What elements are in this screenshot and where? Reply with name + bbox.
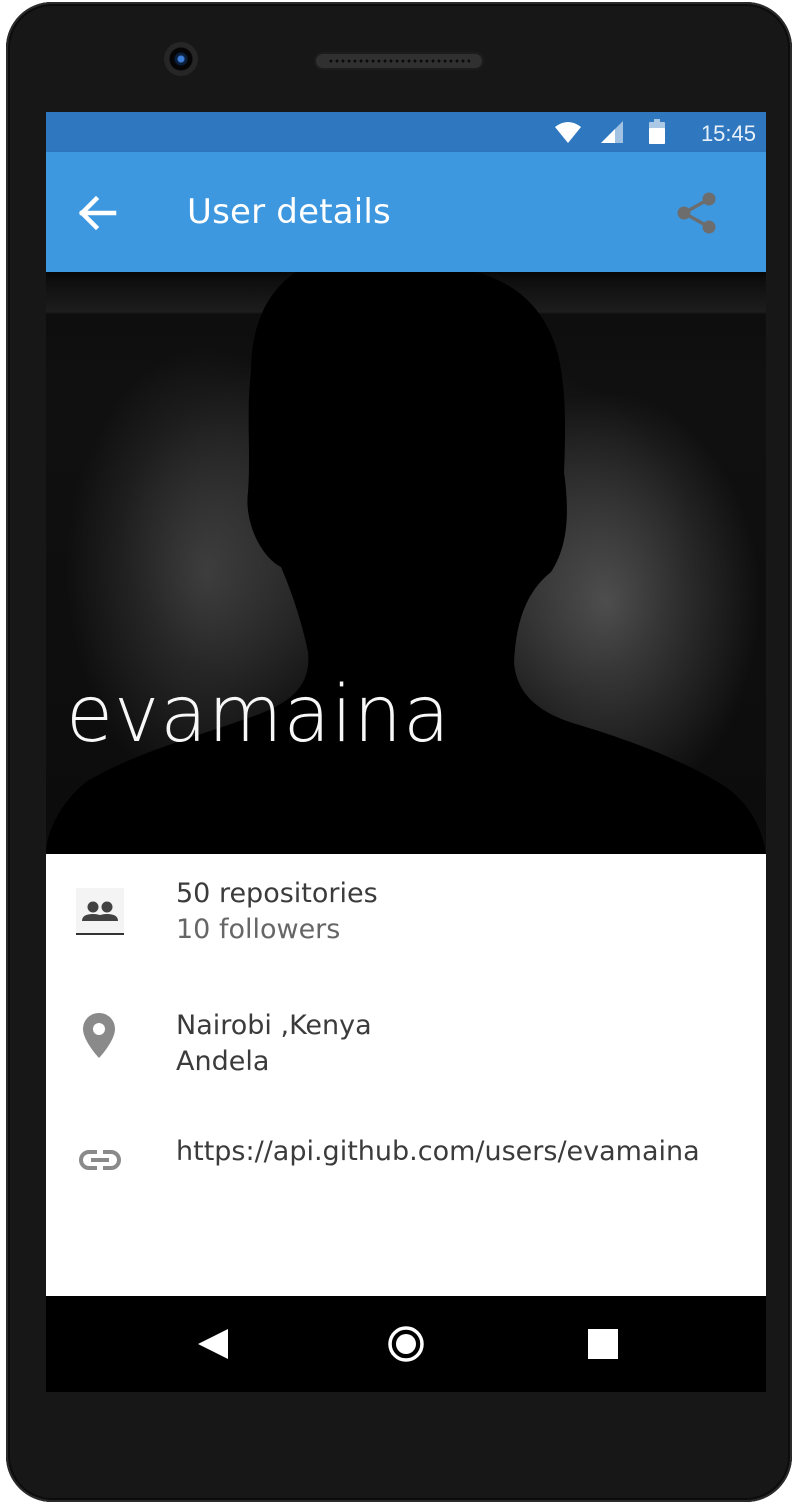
stats-text: 50 repositories 10 followers bbox=[176, 876, 378, 948]
home-circle-icon bbox=[388, 1326, 424, 1362]
battery-icon bbox=[649, 119, 665, 151]
nav-back-button[interactable] bbox=[194, 1324, 234, 1364]
back-button[interactable] bbox=[68, 185, 124, 241]
system-nav-bar bbox=[46, 1296, 766, 1392]
location-place: Nairobi ,Kenya bbox=[176, 1010, 372, 1041]
recents-square-icon bbox=[588, 1329, 618, 1359]
profile-hero: evamaina bbox=[46, 272, 766, 854]
back-triangle-icon bbox=[198, 1329, 228, 1359]
share-button[interactable] bbox=[673, 189, 723, 239]
phone-frame: 15:45 User details evamaina 50 repositor… bbox=[6, 2, 792, 1502]
location-text: Nairobi ,Kenya Andela bbox=[176, 1008, 372, 1080]
company-name: Andela bbox=[176, 1046, 270, 1077]
page-title: User details bbox=[187, 192, 391, 232]
signal-icon bbox=[600, 120, 624, 150]
nav-home-button[interactable] bbox=[386, 1324, 426, 1364]
followers-count: 10 followers bbox=[176, 914, 341, 945]
repositories-count: 50 repositories bbox=[176, 878, 378, 909]
wifi-icon bbox=[554, 120, 582, 150]
app-bar: User details bbox=[46, 152, 766, 272]
people-icon bbox=[76, 888, 124, 941]
profile-url-link[interactable]: https://api.github.com/users/evamaina bbox=[176, 1134, 700, 1170]
status-time: 15:45 bbox=[700, 121, 756, 146]
earpiece-speaker bbox=[314, 52, 484, 70]
front-camera bbox=[164, 42, 198, 76]
location-pin-icon bbox=[82, 1012, 116, 1065]
nav-recents-button[interactable] bbox=[583, 1324, 623, 1364]
link-icon bbox=[78, 1148, 122, 1177]
share-icon bbox=[677, 192, 716, 234]
arrow-left-icon bbox=[78, 195, 117, 231]
device-screen: 15:45 User details evamaina 50 repositor… bbox=[46, 112, 766, 1392]
profile-username: evamaina bbox=[66, 670, 451, 760]
status-bar: 15:45 bbox=[46, 112, 766, 152]
user-details-list: 50 repositories 10 followers Nairobi ,Ke… bbox=[46, 854, 766, 1296]
avatar-silhouette bbox=[46, 272, 766, 854]
